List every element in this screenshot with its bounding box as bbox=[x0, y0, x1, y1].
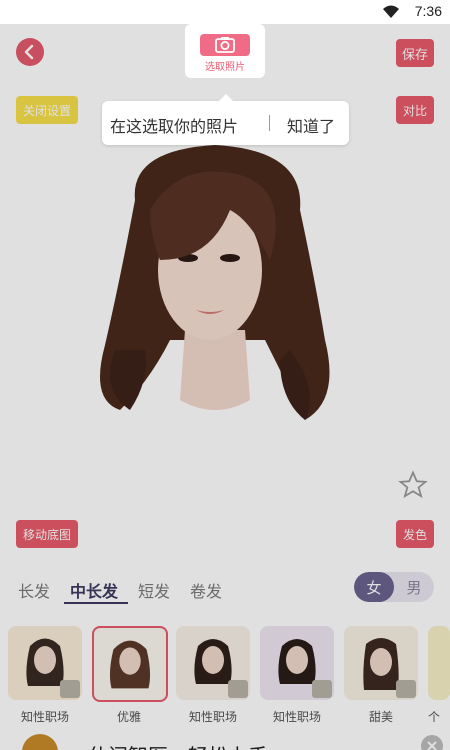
wifi-icon bbox=[383, 5, 399, 18]
upload-photo-button[interactable] bbox=[200, 34, 250, 56]
status-bar: 7:36 bbox=[0, 0, 450, 24]
tooltip-message: 在这选取你的照片 bbox=[110, 117, 239, 136]
upload-photo-label: 选取照片 bbox=[205, 62, 245, 73]
status-time: 7:36 bbox=[414, 3, 442, 19]
onboarding-tooltip: 在这选取你的照片 知道了 bbox=[102, 94, 349, 145]
tooltip-divider bbox=[269, 115, 270, 131]
tooltip-dismiss-button[interactable]: 知道了 bbox=[287, 113, 335, 137]
camera-icon bbox=[215, 37, 235, 53]
tooltip-arrow bbox=[219, 94, 233, 101]
